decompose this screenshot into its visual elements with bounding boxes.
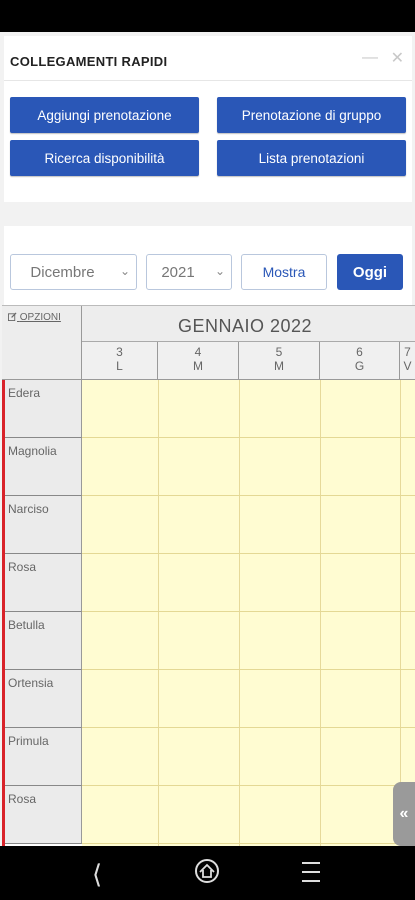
calendar-grid[interactable] [82,380,415,846]
edit-icon [8,312,17,321]
home-icon[interactable] [194,858,220,884]
room-row-header[interactable]: Rosa [2,554,82,612]
month-title: GENNAIO 2022 [178,316,313,336]
day-header[interactable]: 7 V [400,342,415,380]
add-booking-button[interactable]: Aggiungi prenotazione [10,97,199,133]
today-button[interactable]: Oggi [337,254,403,290]
day-weekday: V [403,359,412,373]
show-button[interactable]: Mostra [241,254,327,290]
quick-links-title: COLLEGAMENTI RAPIDI [10,54,168,69]
calendar-corner: OPZIONI [2,306,82,380]
close-icon[interactable]: ✕ [391,48,404,68]
grid-line [82,669,415,670]
back-icon[interactable]: ⟨ [92,859,102,890]
day-number: 3 [116,345,123,359]
room-row-header[interactable]: Betulla [2,612,82,670]
grid-line [82,727,415,728]
day-weekday: M [193,359,203,373]
room-name: Ortensia [8,676,54,690]
month-select-value: Dicembre [30,264,95,281]
room-row-header[interactable]: Rosa [2,786,82,844]
divider [4,80,412,81]
day-header[interactable]: 3 L [82,342,158,380]
day-number: 4 [194,345,202,359]
grid-line [82,611,415,612]
grid-line [82,495,415,496]
expand-panel-tab[interactable]: « [393,782,415,846]
day-weekday: M [274,359,284,373]
day-weekday: G [354,359,365,373]
options-link[interactable]: OPZIONI [8,312,61,323]
room-name: Magnolia [8,444,57,458]
day-number: 7 [404,345,411,359]
month-header: GENNAIO 2022 [82,306,415,342]
grid-line [320,380,321,846]
grid-line [239,380,240,846]
room-name: Edera [8,386,41,400]
grid-line [82,843,415,844]
year-select[interactable]: 2021 ⌄ [146,254,232,290]
grid-line [400,380,401,846]
room-row-header[interactable]: Narciso [2,496,82,554]
room-name: Narciso [8,502,49,516]
grid-line [82,553,415,554]
booking-list-button[interactable]: Lista prenotazioni [217,140,406,176]
room-row-header[interactable]: Primula [2,728,82,786]
chevron-down-icon: ⌄ [119,264,130,278]
booking-calendar: OPZIONI GENNAIO 2022 3 L 4 M 5 M 6 G 7 V… [2,305,415,846]
day-header[interactable]: 5 M [239,342,320,380]
room-name: Rosa [8,792,37,806]
room-row-header[interactable]: Edera [2,380,82,438]
room-name: Primula [8,734,49,748]
grid-line [82,437,415,438]
day-number: 6 [356,345,363,359]
room-row-header[interactable]: Ortensia [2,670,82,728]
availability-indicator [2,380,5,846]
day-header[interactable]: 6 G [320,342,400,380]
availability-search-button[interactable]: Ricerca disponibilità [10,140,199,176]
room-row-header[interactable]: Magnolia [2,438,82,496]
group-booking-button[interactable]: Prenotazione di gruppo [217,97,406,133]
status-bar [0,0,415,32]
grid-line [158,380,159,846]
recent-apps-icon[interactable] [300,860,322,884]
chevron-down-icon: ⌄ [214,264,225,278]
day-weekday: L [116,359,123,373]
minimize-icon[interactable]: — [362,49,378,67]
grid-line [82,785,415,786]
quick-links-panel: COLLEGAMENTI RAPIDI — ✕ Aggiungi prenota… [4,36,412,202]
day-number: 5 [275,345,283,359]
date-controls: Dicembre ⌄ 2021 ⌄ Mostra Oggi [4,226,412,306]
room-name: Betulla [8,618,45,632]
day-header[interactable]: 4 M [158,342,239,380]
navigation-bar: ⟨ [0,846,415,900]
year-select-value: 2021 [161,264,195,281]
options-label: OPZIONI [19,312,61,323]
room-name: Rosa [8,560,37,574]
month-select[interactable]: Dicembre ⌄ [10,254,137,290]
